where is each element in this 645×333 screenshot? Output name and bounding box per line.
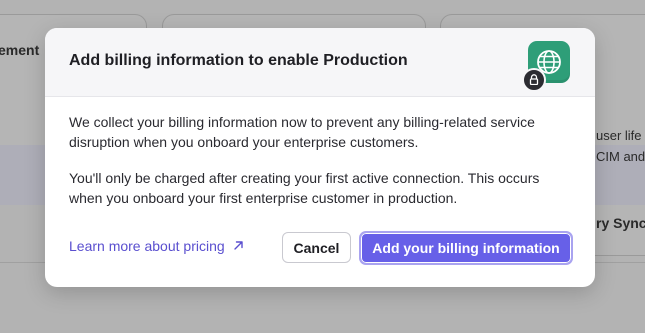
- dialog-header: Add billing information to enable Produc…: [45, 28, 595, 97]
- dialog-title: Add billing information to enable Produc…: [69, 52, 408, 69]
- background-action-label: ry Sync: [596, 215, 645, 231]
- external-arrow-icon: [233, 238, 244, 254]
- learn-more-pricing-link[interactable]: Learn more about pricing: [69, 238, 244, 254]
- dialog-description: We collect your billing information now …: [69, 114, 535, 150]
- background-text: CIM and: [596, 149, 645, 164]
- learn-more-label: Learn more about pricing: [69, 238, 225, 254]
- lock-icon: [522, 68, 546, 92]
- add-billing-information-button[interactable]: Add your billing information: [359, 231, 573, 265]
- dialog-charge-note: You'll only be charged after creating yo…: [69, 170, 540, 206]
- cancel-button[interactable]: Cancel: [282, 232, 351, 263]
- app-viewport: ement user life CIM and ry Sync Add bill…: [0, 0, 645, 333]
- billing-dialog: Add billing information to enable Produc…: [45, 28, 595, 287]
- background-heading: ement: [0, 42, 40, 58]
- background-text: user life: [596, 128, 642, 143]
